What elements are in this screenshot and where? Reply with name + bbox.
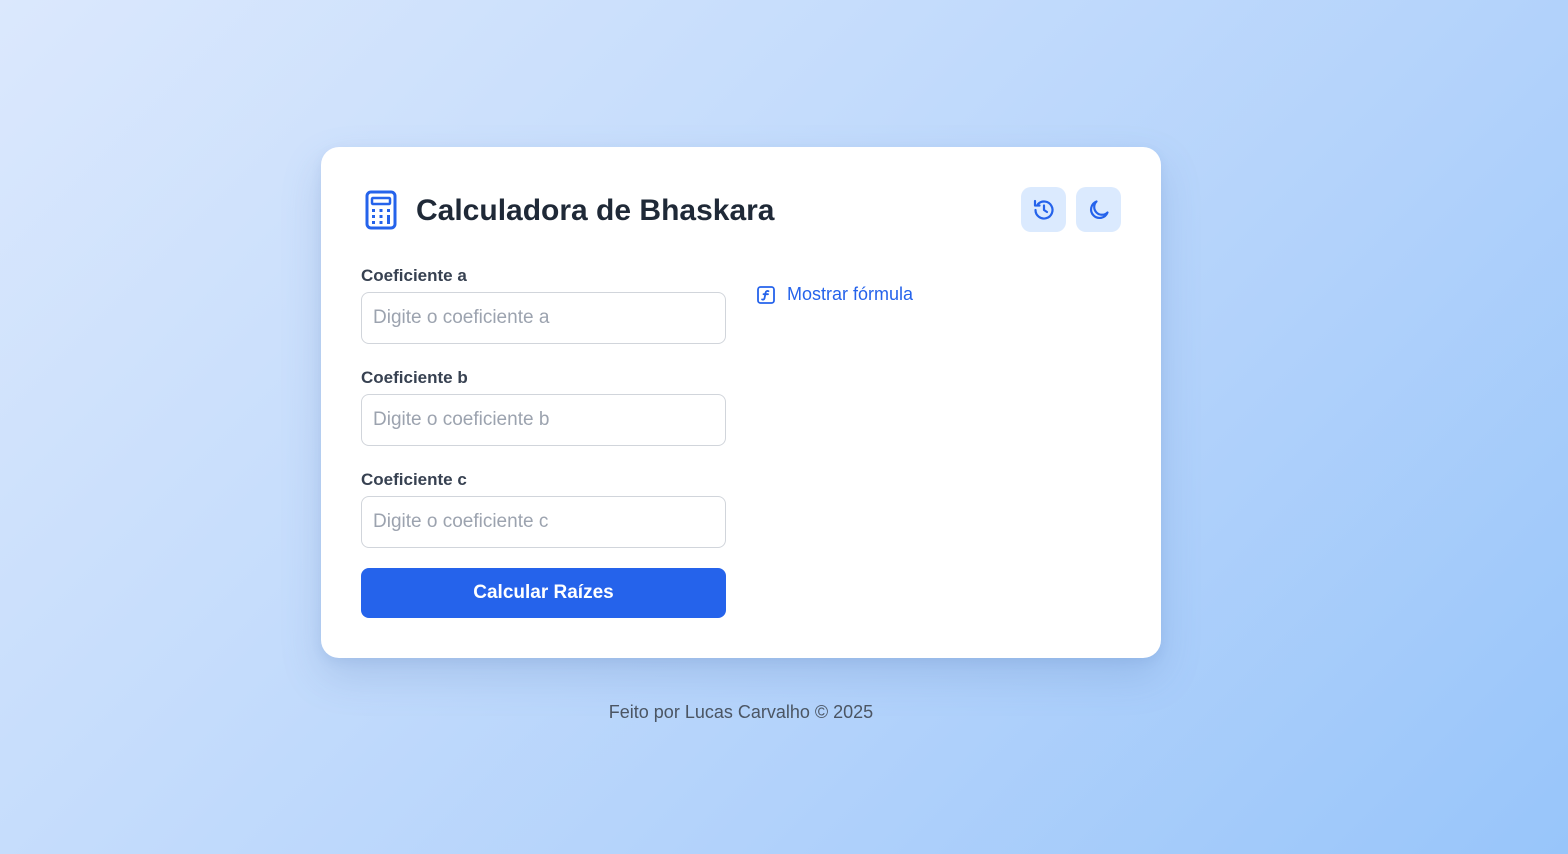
show-formula-label: Mostrar fórmula bbox=[787, 284, 914, 304]
card-header: Calculadora de Bhaskara bbox=[361, 187, 1121, 233]
calculate-roots-button[interactable]: Calcular Raízes bbox=[361, 568, 726, 618]
coefficient-a-label: Coeficiente a bbox=[361, 266, 467, 285]
footer-credit: Feito por Lucas Carvalho © 2025 bbox=[608, 702, 874, 722]
calculator-card: Calculadora de Bhaskara Coeficiente a Co… bbox=[321, 147, 1161, 658]
coefficient-a-input[interactable] bbox=[361, 292, 726, 344]
calculator-icon bbox=[365, 190, 397, 230]
function-icon bbox=[757, 285, 775, 304]
theme-toggle-button[interactable] bbox=[1076, 187, 1121, 232]
show-formula-toggle[interactable]: Mostrar fórmula bbox=[756, 284, 913, 305]
coefficients-form: Coeficiente a Coeficiente b Coeficiente … bbox=[361, 265, 726, 618]
history-button[interactable] bbox=[1021, 187, 1066, 232]
page-title: Calculadora de Bhaskara bbox=[416, 194, 775, 227]
coefficient-c-label: Coeficiente c bbox=[361, 470, 467, 489]
coefficient-b-label: Coeficiente b bbox=[361, 368, 468, 387]
coefficient-b-input[interactable] bbox=[361, 394, 726, 446]
moon-icon bbox=[1089, 199, 1109, 219]
history-icon bbox=[1033, 199, 1054, 220]
coefficient-c-input[interactable] bbox=[361, 496, 726, 548]
